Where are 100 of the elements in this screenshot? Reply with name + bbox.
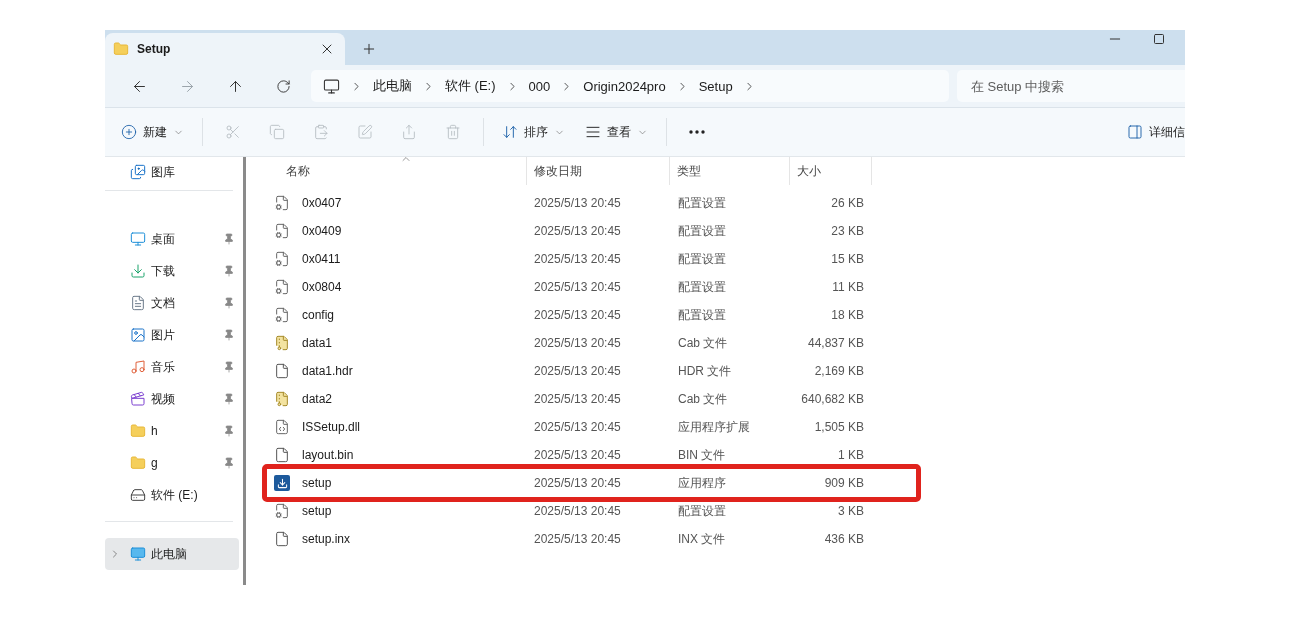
archive-file-icon [274, 391, 290, 407]
file-row[interactable]: ISSetup.dll 2025/5/13 20:45 应用程序扩展 1,505 KB [265, 413, 1185, 441]
modified-date: 2025/5/13 20:45 [533, 252, 622, 266]
breadcrumb[interactable]: Origin2024pro [583, 78, 666, 94]
file-size: 3 KB [837, 504, 865, 518]
sidebar-item[interactable]: 图库 [105, 158, 239, 186]
file-type: HDR 文件 [677, 362, 733, 380]
video-icon [130, 391, 146, 407]
breadcrumb[interactable]: 软件 (E:) [445, 77, 496, 95]
download-icon [130, 263, 146, 279]
sort-button[interactable]: 排序 [494, 116, 573, 148]
sidebar-item[interactable]: 软件 (E:) [105, 479, 239, 511]
modified-date: 2025/5/13 20:45 [533, 476, 622, 490]
search-field[interactable]: 在 Setup 中搜索 [957, 70, 1185, 102]
file-size: 640,682 KB [800, 392, 865, 406]
config-file-icon [274, 195, 290, 211]
sidebar-item[interactable]: 图片 [105, 319, 239, 351]
file-row[interactable]: 0x0407 2025/5/13 20:45 配置设置 26 KB [265, 189, 1185, 217]
breadcrumb[interactable]: 000 [528, 78, 551, 94]
config-file-icon [274, 503, 290, 519]
file-name: setup [301, 476, 332, 490]
document-icon [130, 295, 146, 311]
computer-icon [130, 546, 146, 562]
file-name: config [301, 308, 335, 322]
installer-icon [274, 475, 290, 491]
more-icon [689, 130, 705, 134]
file-size: 11 KB [831, 280, 865, 294]
file-size: 18 KB [830, 308, 865, 322]
file-type: Cab 文件 [677, 390, 729, 408]
plus-circle-icon [121, 124, 137, 140]
new-button[interactable]: 新建 [113, 116, 192, 148]
archive-file-icon [274, 335, 290, 351]
picture-icon [130, 327, 146, 343]
library-file-icon [274, 419, 290, 435]
file-row[interactable]: data2 2025/5/13 20:45 Cab 文件 640,682 KB [265, 385, 1185, 413]
file-size: 23 KB [830, 224, 865, 238]
view-button[interactable]: 查看 [577, 116, 656, 148]
gallery-icon [130, 164, 146, 180]
details-button[interactable]: 详细信 [1119, 116, 1185, 148]
file-row[interactable]: setup.inx 2025/5/13 20:45 INX 文件 436 KB [265, 525, 1185, 553]
file-name: 0x0804 [301, 280, 342, 294]
file-row[interactable]: setup 2025/5/13 20:45 应用程序 909 KB [265, 469, 1185, 497]
modified-date: 2025/5/13 20:45 [533, 364, 622, 378]
sidebar-item[interactable]: h [105, 415, 239, 447]
rename-icon [357, 124, 373, 140]
sidebar-item[interactable]: 桌面 [105, 223, 239, 255]
breadcrumb[interactable]: 此电脑 [373, 77, 412, 95]
file-size: 909 KB [823, 476, 865, 490]
config-file-icon [274, 307, 290, 323]
file-row[interactable]: layout.bin 2025/5/13 20:45 BIN 文件 1 KB [265, 441, 1185, 469]
file-row[interactable]: 0x0409 2025/5/13 20:45 配置设置 23 KB [265, 217, 1185, 245]
file-name: data1 [301, 336, 333, 350]
file-row[interactable]: 0x0804 2025/5/13 20:45 配置设置 11 KB [265, 273, 1185, 301]
maximize-icon[interactable] [1153, 33, 1165, 45]
file-name: setup [301, 504, 332, 518]
breadcrumb[interactable]: Setup [698, 78, 733, 94]
config-file-icon [274, 251, 290, 267]
file-size: 26 KB [830, 196, 865, 210]
file-type: 配置设置 [677, 278, 727, 296]
column-header[interactable]: 修改日期 [527, 157, 670, 185]
paste-icon [313, 124, 329, 140]
address-bar[interactable]: 此电脑 软件 (E:) 000 Origin2024pro Setup [311, 70, 949, 102]
folder-icon [130, 455, 146, 471]
sidebar-item[interactable]: 此电脑 [105, 538, 239, 570]
file-row[interactable]: data1.hdr 2025/5/13 20:45 HDR 文件 2,169 KB [265, 357, 1185, 385]
sidebar-item[interactable]: 音乐 [105, 351, 239, 383]
file-size: 1 KB [837, 448, 865, 462]
computer-icon [323, 77, 340, 95]
modified-date: 2025/5/13 20:45 [533, 420, 622, 434]
modified-date: 2025/5/13 20:45 [533, 224, 622, 238]
folder-icon [130, 423, 146, 439]
file-name: 0x0407 [301, 196, 342, 210]
column-header[interactable]: 名称 [265, 157, 527, 185]
refresh-icon [275, 78, 291, 94]
sidebar-item[interactable]: 下载 [105, 255, 239, 287]
drive-icon [130, 487, 146, 503]
column-header[interactable]: 大小 [790, 157, 872, 185]
file-type: 配置设置 [677, 250, 727, 268]
file-row[interactable]: data1 2025/5/13 20:45 Cab 文件 44,837 KB [265, 329, 1185, 357]
column-header[interactable]: 类型 [670, 157, 790, 185]
panel-icon [1127, 124, 1143, 140]
music-icon [130, 359, 146, 375]
sidebar-item[interactable]: g [105, 447, 239, 479]
file-row[interactable]: setup 2025/5/13 20:45 配置设置 3 KB [265, 497, 1185, 525]
copy-icon [269, 124, 285, 140]
folder-icon [113, 41, 129, 57]
file-type: 配置设置 [677, 306, 727, 324]
file-size: 44,837 KB [806, 336, 865, 350]
file-type: 应用程序 [677, 474, 727, 492]
window-tab[interactable]: Setup [105, 33, 345, 65]
file-row[interactable]: 0x0411 2025/5/13 20:45 配置设置 15 KB [265, 245, 1185, 273]
file-name: ISSetup.dll [301, 420, 361, 434]
lines-icon [585, 124, 601, 140]
file-type: BIN 文件 [677, 446, 727, 464]
sidebar-item[interactable]: 文档 [105, 287, 239, 319]
file-size: 1,505 KB [813, 420, 865, 434]
file-row[interactable]: config 2025/5/13 20:45 配置设置 18 KB [265, 301, 1185, 329]
cut-icon [225, 124, 241, 140]
sidebar-item[interactable]: 视频 [105, 383, 239, 415]
file-name: layout.bin [301, 448, 354, 462]
